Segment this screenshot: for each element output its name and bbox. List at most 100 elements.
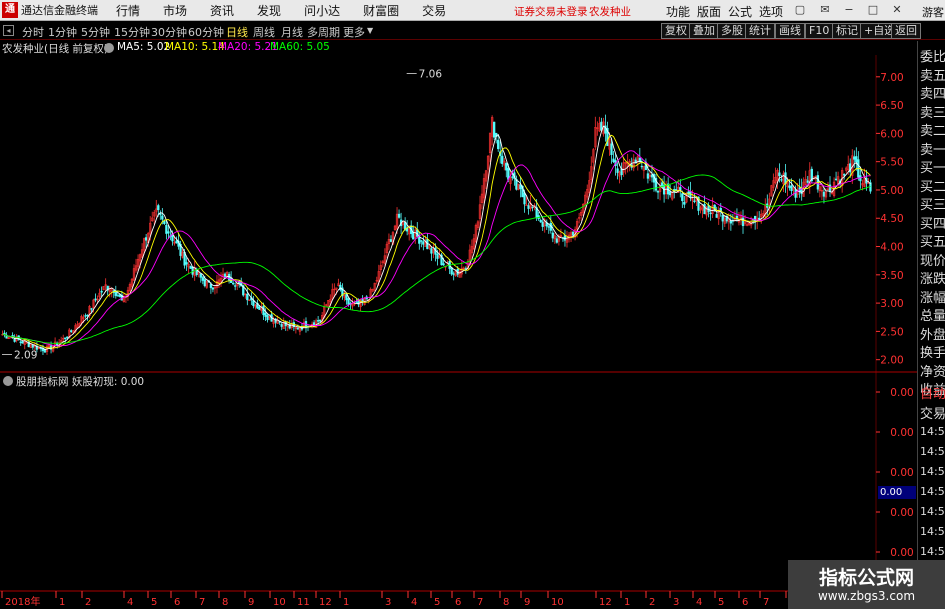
auto-trade-label[interactable]: 自动 xyxy=(920,383,945,402)
candle-body xyxy=(646,173,650,179)
x-tick-label: 2 xyxy=(85,597,91,608)
candle-body xyxy=(571,231,575,236)
menu-jiaoyi[interactable]: 交易 xyxy=(422,2,446,19)
candle-body xyxy=(523,192,526,205)
candle-body xyxy=(64,337,67,340)
back-button[interactable]: 返回 xyxy=(891,23,921,39)
fuquan-button[interactable]: 复权 xyxy=(661,23,691,39)
candle-body xyxy=(422,241,425,245)
candle-body xyxy=(790,185,793,192)
period-5min[interactable]: 5分钟 xyxy=(81,24,110,40)
period-fenshi[interactable]: 分时 xyxy=(22,24,44,40)
menu-caifuquan[interactable]: 财富圈 xyxy=(363,2,399,19)
period-daily[interactable]: 日线 xyxy=(226,24,248,40)
x-tick-label: 3 xyxy=(385,597,391,608)
sub-y-tick-label: 0.00 xyxy=(890,467,913,479)
quote-label: 涨跌 xyxy=(920,272,945,287)
message-icon[interactable]: ✉ xyxy=(818,3,832,17)
menu-gongneng[interactable]: 功能 xyxy=(666,3,690,20)
menu-zixun[interactable]: 资讯 xyxy=(210,2,234,19)
candle-body xyxy=(430,248,433,254)
sub-y-tick-label: 0.00 xyxy=(890,387,913,399)
tongji-button[interactable]: 统计 xyxy=(745,23,775,39)
login-status[interactable]: 证券交易未登录 xyxy=(514,4,588,19)
menu-xuanxiang[interactable]: 选项 xyxy=(759,3,783,20)
x-tick-label: 5 xyxy=(434,597,440,608)
menu-gongshi[interactable]: 公式 xyxy=(728,3,752,20)
candle-body xyxy=(19,341,22,343)
candle-body xyxy=(505,162,508,171)
tick-time: 14:56 xyxy=(920,525,945,538)
biaoji-button[interactable]: 标记 xyxy=(832,23,862,39)
f10-button[interactable]: F10 xyxy=(805,23,834,39)
x-tick-label: 7 xyxy=(477,597,483,608)
quote-label: 净资 xyxy=(920,364,945,380)
nav-left-icon[interactable]: ◂ xyxy=(3,25,14,36)
candle-body xyxy=(84,315,87,317)
candle-body xyxy=(266,315,269,321)
x-tick-label: 5 xyxy=(718,597,724,608)
trade-label[interactable]: 交易 xyxy=(920,403,945,422)
indicator-settings-icon[interactable] xyxy=(3,376,13,386)
guest-label[interactable]: 游客 xyxy=(922,4,944,20)
candle-body xyxy=(683,201,686,205)
menu-shichang[interactable]: 市场 xyxy=(163,2,187,19)
candle-body xyxy=(669,191,672,196)
x-tick-label: 9 xyxy=(248,597,254,608)
candle-body xyxy=(319,319,322,322)
period-1min[interactable]: 1分钟 xyxy=(48,24,77,40)
candle-body xyxy=(681,193,684,202)
chat-icon[interactable]: ▢ xyxy=(793,3,807,17)
candle-body xyxy=(843,174,846,176)
x-tick-label: 1 xyxy=(59,597,65,608)
candle-body xyxy=(316,320,320,322)
candle-body xyxy=(806,180,809,183)
ma-settings-icon[interactable] xyxy=(104,43,114,53)
candle-body xyxy=(347,298,350,305)
quote-label: 买一 xyxy=(920,161,945,176)
candle-body xyxy=(246,293,249,301)
quote-label: 买二 xyxy=(920,179,945,195)
period-more[interactable]: 更多 xyxy=(343,24,365,40)
kline-chart[interactable]: 7.00 6.50 6.00 5.50 5.00 4.50 4.00 3.50 3.00 2.50… xyxy=(0,41,917,609)
candle-body xyxy=(397,213,401,218)
menu-hangqing[interactable]: 行情 xyxy=(116,2,140,19)
minimize-icon[interactable]: − xyxy=(842,3,856,17)
period-15min[interactable]: 15分钟 xyxy=(114,24,150,40)
close-icon[interactable]: ✕ xyxy=(890,3,904,17)
candle-body xyxy=(94,298,97,301)
period-monthly[interactable]: 月线 xyxy=(281,24,303,40)
candle-body xyxy=(679,187,682,190)
x-tick-label: 6 xyxy=(455,597,461,608)
x-tick-label: 10 xyxy=(273,597,286,608)
quote-label: 外盘 xyxy=(920,327,945,343)
candle-body xyxy=(436,253,439,259)
quote-label: 换手 xyxy=(920,346,945,361)
x-tick-label: 12 xyxy=(599,597,612,608)
candle-body xyxy=(834,178,838,181)
menu-faxian[interactable]: 发现 xyxy=(257,2,281,19)
diejia-button[interactable]: 叠加 xyxy=(689,23,719,39)
period-weekly[interactable]: 周线 xyxy=(253,24,275,40)
quote-panel: 委比 卖五 卖四 卖三 卖二 卖一 买一 买二 买三 买四 买五 现价 涨跌 涨幅 总量 外盘 换手 净资 收益 自动… xyxy=(917,41,945,609)
candle-body xyxy=(157,205,160,210)
candle-body xyxy=(450,267,453,275)
duogu-button[interactable]: 多股 xyxy=(717,23,747,39)
menu-banmian[interactable]: 版面 xyxy=(697,3,721,20)
candle-body xyxy=(412,231,415,240)
y-tick-label: 5.00 xyxy=(880,185,903,197)
more-dropdown-icon[interactable]: ▼ xyxy=(367,26,373,35)
maximize-icon[interactable]: □ xyxy=(866,3,880,17)
period-30min[interactable]: 30分钟 xyxy=(151,24,187,40)
x-tick-label: 6 xyxy=(742,597,748,608)
huaxian-button[interactable]: 画线 xyxy=(775,23,805,39)
period-multi[interactable]: 多周期 xyxy=(307,24,340,40)
menu-wenxiaoda[interactable]: 问小达 xyxy=(304,2,340,19)
candle-body xyxy=(90,308,93,310)
period-60min[interactable]: 60分钟 xyxy=(188,24,224,40)
candle-body xyxy=(252,300,255,306)
y-tick-label: 2.50 xyxy=(880,326,903,338)
y-tick-label: 6.50 xyxy=(880,100,903,112)
candle-body xyxy=(539,219,542,223)
x-tick-label: 2018年 xyxy=(5,595,40,608)
